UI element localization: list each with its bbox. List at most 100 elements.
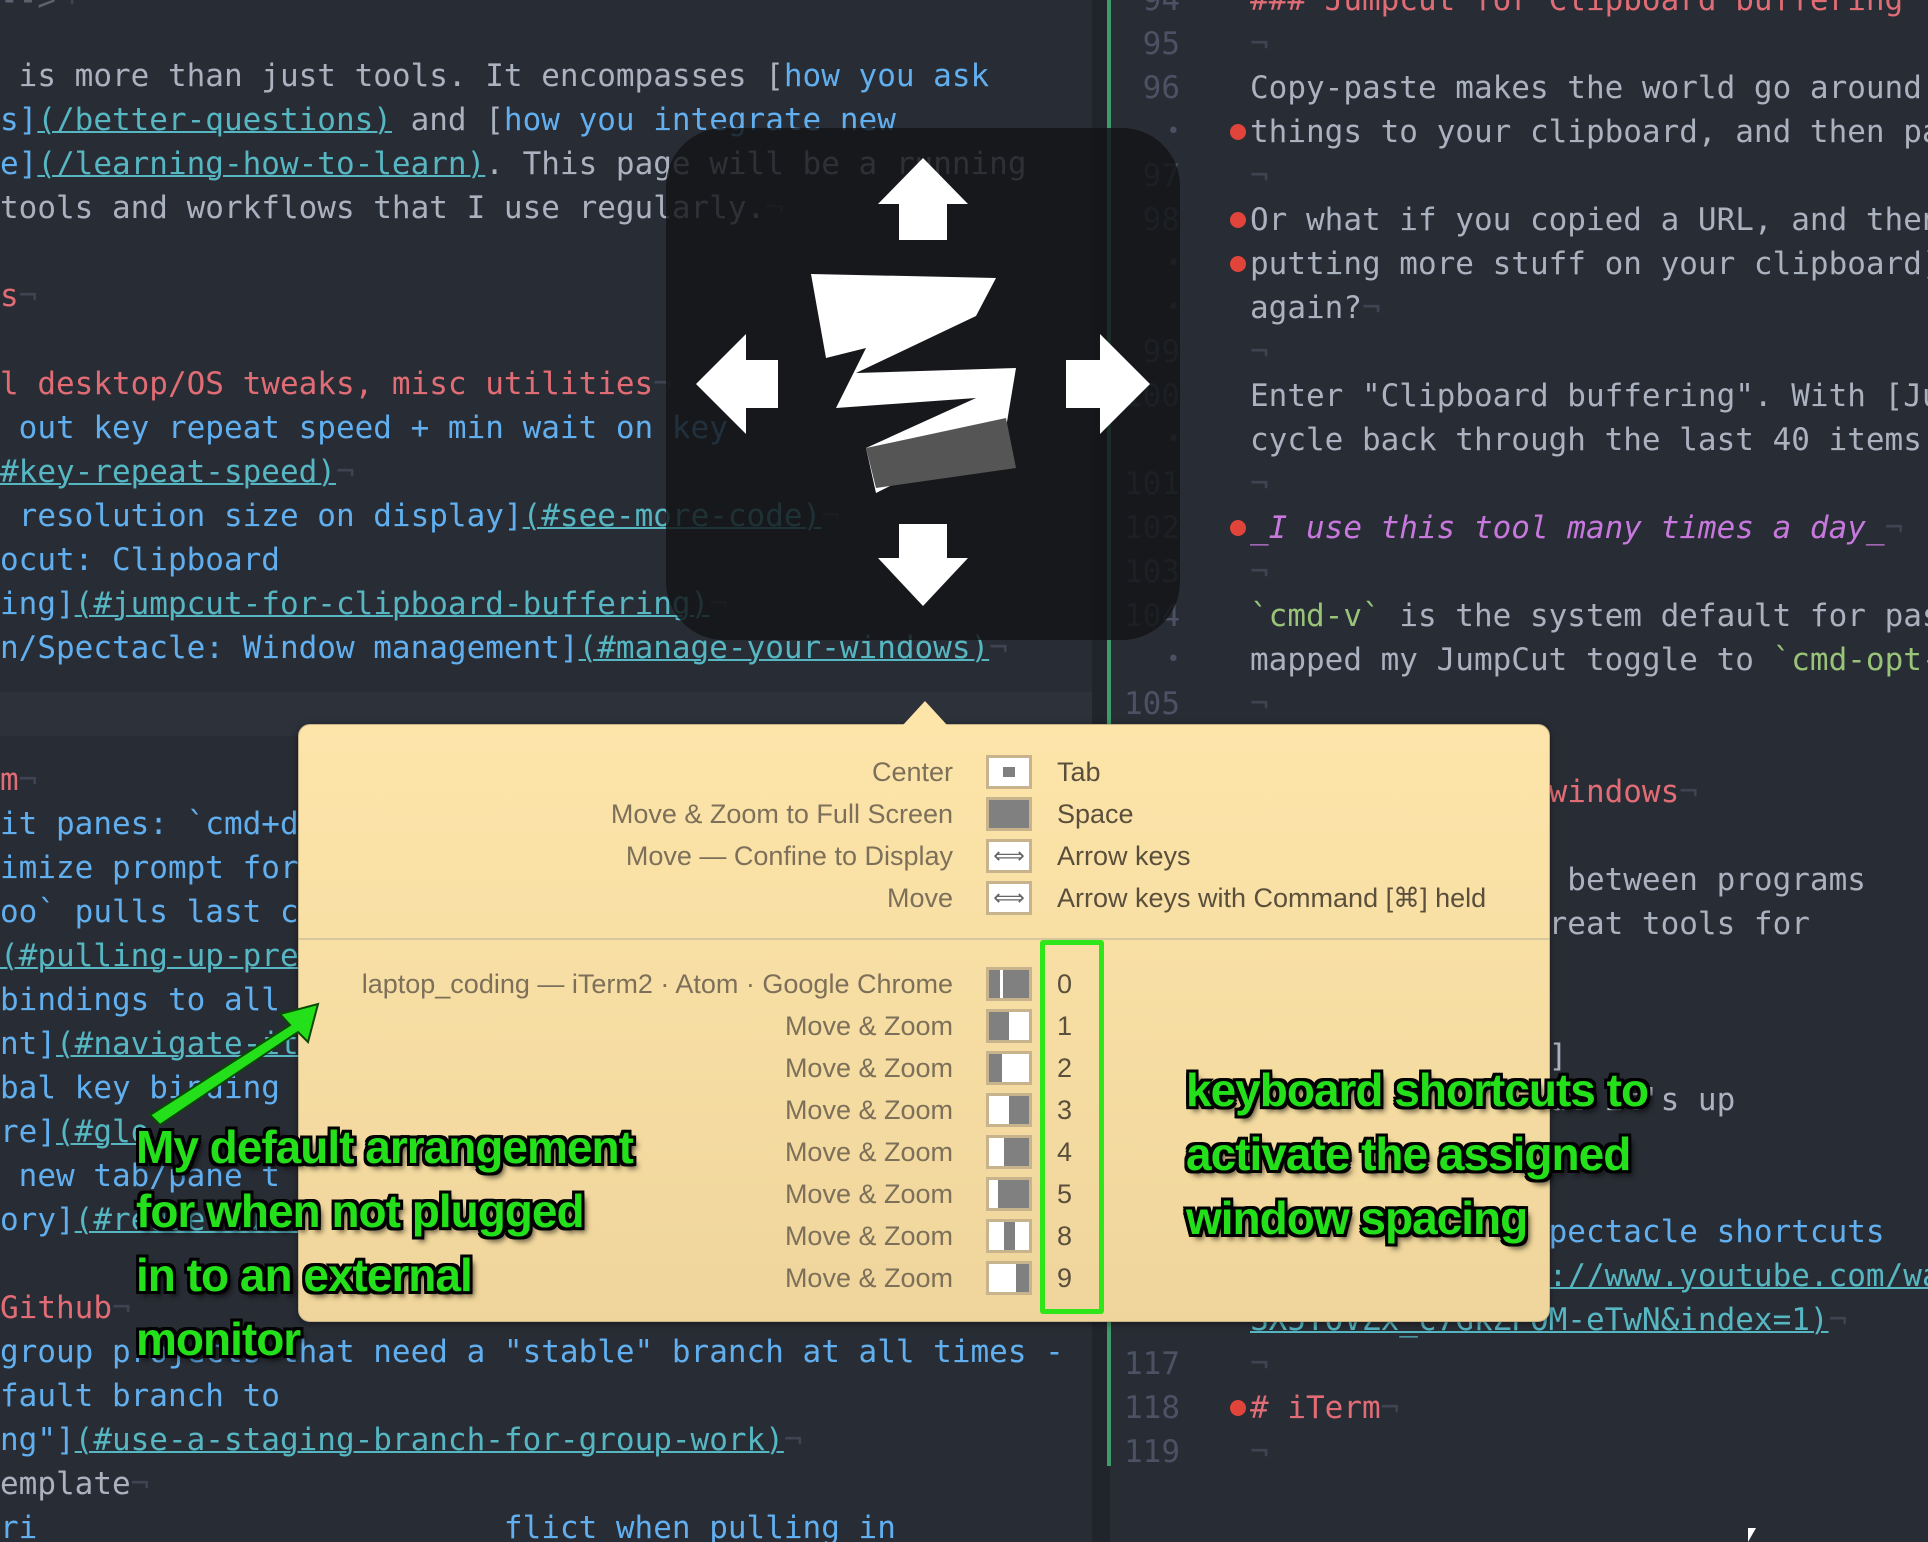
editor-line[interactable]: _I use this tool many times a day_¬	[1250, 506, 1903, 550]
editor-line[interactable]: mapped my JumpCut toggle to `cmd-opt-v	[1250, 638, 1928, 682]
moom-hud	[666, 128, 1180, 640]
code-text: ng"]	[0, 1422, 75, 1458]
editor-line[interactable]: s¬	[0, 274, 37, 318]
annotation-keyboard-shortcuts: keyboard shortcuts to activate the assig…	[1186, 1064, 1649, 1244]
code-text: it panes: `cmd+d`	[0, 806, 318, 842]
code-text: # iTerm	[1250, 1390, 1381, 1426]
code-text: ### Jumpcut for Clipboard buffering	[1250, 0, 1904, 18]
editor-line[interactable]: ing](#jumpcut-for-clipboard-buffering)¬	[0, 582, 728, 626]
editor-line[interactable]: ¬	[1250, 1430, 1269, 1474]
editor-line[interactable]: out key repeat speed + min wait on key	[0, 406, 728, 450]
markdown-link[interactable]: (/better-questions)	[37, 102, 392, 138]
eol-marker-icon: ¬	[18, 278, 38, 314]
eol-marker-icon: ¬	[1361, 290, 1381, 326]
editor-line[interactable]: putting more stuff on your clipboard) a	[1250, 242, 1928, 286]
item-label: Move — Confine to Display	[625, 841, 953, 871]
markdown-link[interactable]: (#jumpcut-for-clipboard-buffering)	[75, 586, 710, 622]
editor-line[interactable]: things to your clipboard, and then paste	[1250, 110, 1928, 154]
line-number: 119	[1124, 1434, 1180, 1470]
code-text: again?	[1250, 290, 1362, 326]
editor-line[interactable]: #key-repeat-speed)¬	[0, 450, 355, 494]
editor-line[interactable]: again?¬	[1250, 286, 1381, 330]
layout-preview-icon	[986, 1051, 1032, 1085]
editor-line[interactable]: ¬	[1250, 330, 1269, 374]
editor-line[interactable]: -->¬	[0, 0, 75, 22]
markdown-link[interactable]: (#pulling-up-prev	[0, 938, 317, 974]
eol-marker-icon: ¬	[1250, 554, 1269, 590]
code-text: how you ask	[783, 58, 990, 94]
editor-line[interactable]: ¬	[1250, 154, 1269, 198]
editor-line[interactable]: ¬	[1250, 550, 1269, 594]
code-text: `cmd-v`	[1250, 598, 1381, 634]
move-arrows-icon	[696, 158, 1150, 606]
breakpoint-dot-icon[interactable]	[1230, 256, 1246, 272]
editor-line[interactable]: # iTerm¬	[1250, 1386, 1399, 1430]
line-number: 96	[1142, 70, 1180, 106]
editor-line[interactable]: ¬	[1250, 1342, 1269, 1386]
eol-marker-icon: ¬	[1679, 774, 1698, 810]
code-text: cycle back through the last 40 items y	[1250, 422, 1928, 458]
editor-line[interactable]: cycle back through the last 40 items y	[1250, 418, 1928, 462]
editor-line[interactable]: re](#glo	[0, 1110, 149, 1154]
moom-layout-item[interactable]: laptop_coding — iTerm2 · Atom · Google C…	[299, 963, 1549, 1005]
annotation-default-arrangement: My default arrangement for when not plug…	[136, 1121, 634, 1365]
fullscreen-icon	[986, 797, 1032, 831]
editor-line[interactable]: emplate¬	[0, 1462, 149, 1506]
moom-action-item[interactable]: Move ⟺ Arrow keys with Command [⌘] held	[299, 877, 1549, 919]
layout-preview-icon	[986, 1009, 1032, 1043]
editor-line[interactable]: ¬	[1250, 682, 1269, 726]
code-text: ri flict when pulling in	[0, 1510, 896, 1542]
line-number: 94	[1142, 0, 1180, 18]
editor-line[interactable]: imize prompt for	[0, 846, 299, 890]
breakpoint-dot-icon[interactable]	[1230, 212, 1246, 228]
editor-line[interactable]: ### Jumpcut for Clipboard buffering	[1250, 0, 1903, 22]
markdown-link[interactable]: (/learning-how-to-learn)	[37, 146, 485, 182]
eol-marker-icon: ¬	[130, 1466, 150, 1502]
editor-line[interactable]: Or what if you copied a URL, and then	[1250, 198, 1928, 242]
editor-line[interactable]: l desktop/OS tweaks, misc utilities¬	[0, 362, 672, 406]
line-number: 95	[1142, 26, 1180, 62]
breakpoint-dot-icon[interactable]	[1230, 520, 1246, 536]
editor-line[interactable]: oo` pulls last co	[0, 890, 317, 934]
editor-line[interactable]: it panes: `cmd+d`	[0, 802, 317, 846]
moom-layout-item[interactable]: Move & Zoom 1	[299, 1005, 1549, 1047]
code-text: Copy-paste makes the world go around. Wh…	[1250, 70, 1928, 106]
code-text: `cmd-opt-v	[1772, 642, 1928, 678]
editor-line[interactable]: (#pulling-up-prev	[0, 934, 317, 978]
keys-highlight-box	[1040, 940, 1104, 1314]
code-text: ory]	[0, 1202, 75, 1238]
editor-line[interactable]: Enter "Clipboard buffering". With [Jum	[1250, 374, 1928, 418]
code-text: s]	[0, 102, 38, 138]
mouse-cursor-icon	[1748, 1528, 1756, 1542]
code-text: tools and workflows that I use regularly…	[0, 190, 766, 226]
moom-action-item[interactable]: Move & Zoom to Full Screen Space	[299, 793, 1549, 835]
breakpoint-dot-icon[interactable]	[1230, 1400, 1246, 1416]
layout-preview-icon	[986, 1261, 1032, 1295]
moom-action-item[interactable]: Move — Confine to Display ⟺ Arrow keys	[299, 835, 1549, 877]
markdown-link[interactable]: #key-repeat-speed)	[0, 454, 336, 490]
line-number: 117	[1124, 1346, 1180, 1382]
code-text: is more than just tools. It encompasses …	[0, 58, 784, 94]
layout-preview-icon	[986, 1135, 1032, 1169]
breakpoint-dot-icon[interactable]	[1230, 124, 1246, 140]
editor-line[interactable]: ocut: Clipboard	[0, 538, 280, 582]
eol-marker-icon: ¬	[1250, 334, 1269, 370]
editor-line[interactable]: ng"](#use-a-staging-branch-for-group-wor…	[0, 1418, 803, 1462]
item-label: Move & Zoom	[784, 1221, 953, 1251]
code-text: n/Spectacle: Window management]	[0, 630, 579, 666]
editor-line[interactable]: ¬	[1250, 22, 1269, 66]
editor-line[interactable]: Github¬	[0, 1286, 131, 1330]
editor-line[interactable]: ri flict when pulling in	[0, 1506, 896, 1542]
editor-line[interactable]: Copy-paste makes the world go around. Wh…	[1250, 66, 1928, 110]
markdown-link[interactable]: (#use-a-staging-branch-for-group-work)	[75, 1422, 784, 1458]
editor-line[interactable]: is more than just tools. It encompasses …	[0, 54, 990, 98]
code-text: emplate	[0, 1466, 131, 1502]
editor-line[interactable]: m¬	[0, 758, 37, 802]
editor-line[interactable]: fault branch to	[0, 1374, 280, 1418]
arrows-icon: ⟺	[986, 839, 1032, 873]
editor-line[interactable]: `cmd-v` is the system default for paste	[1250, 594, 1928, 638]
eol-marker-icon: ¬	[18, 762, 38, 798]
editor-line[interactable]: ¬	[1250, 462, 1269, 506]
item-label: Move & Zoom	[784, 1137, 953, 1167]
moom-action-item[interactable]: Center Tab	[299, 751, 1549, 793]
